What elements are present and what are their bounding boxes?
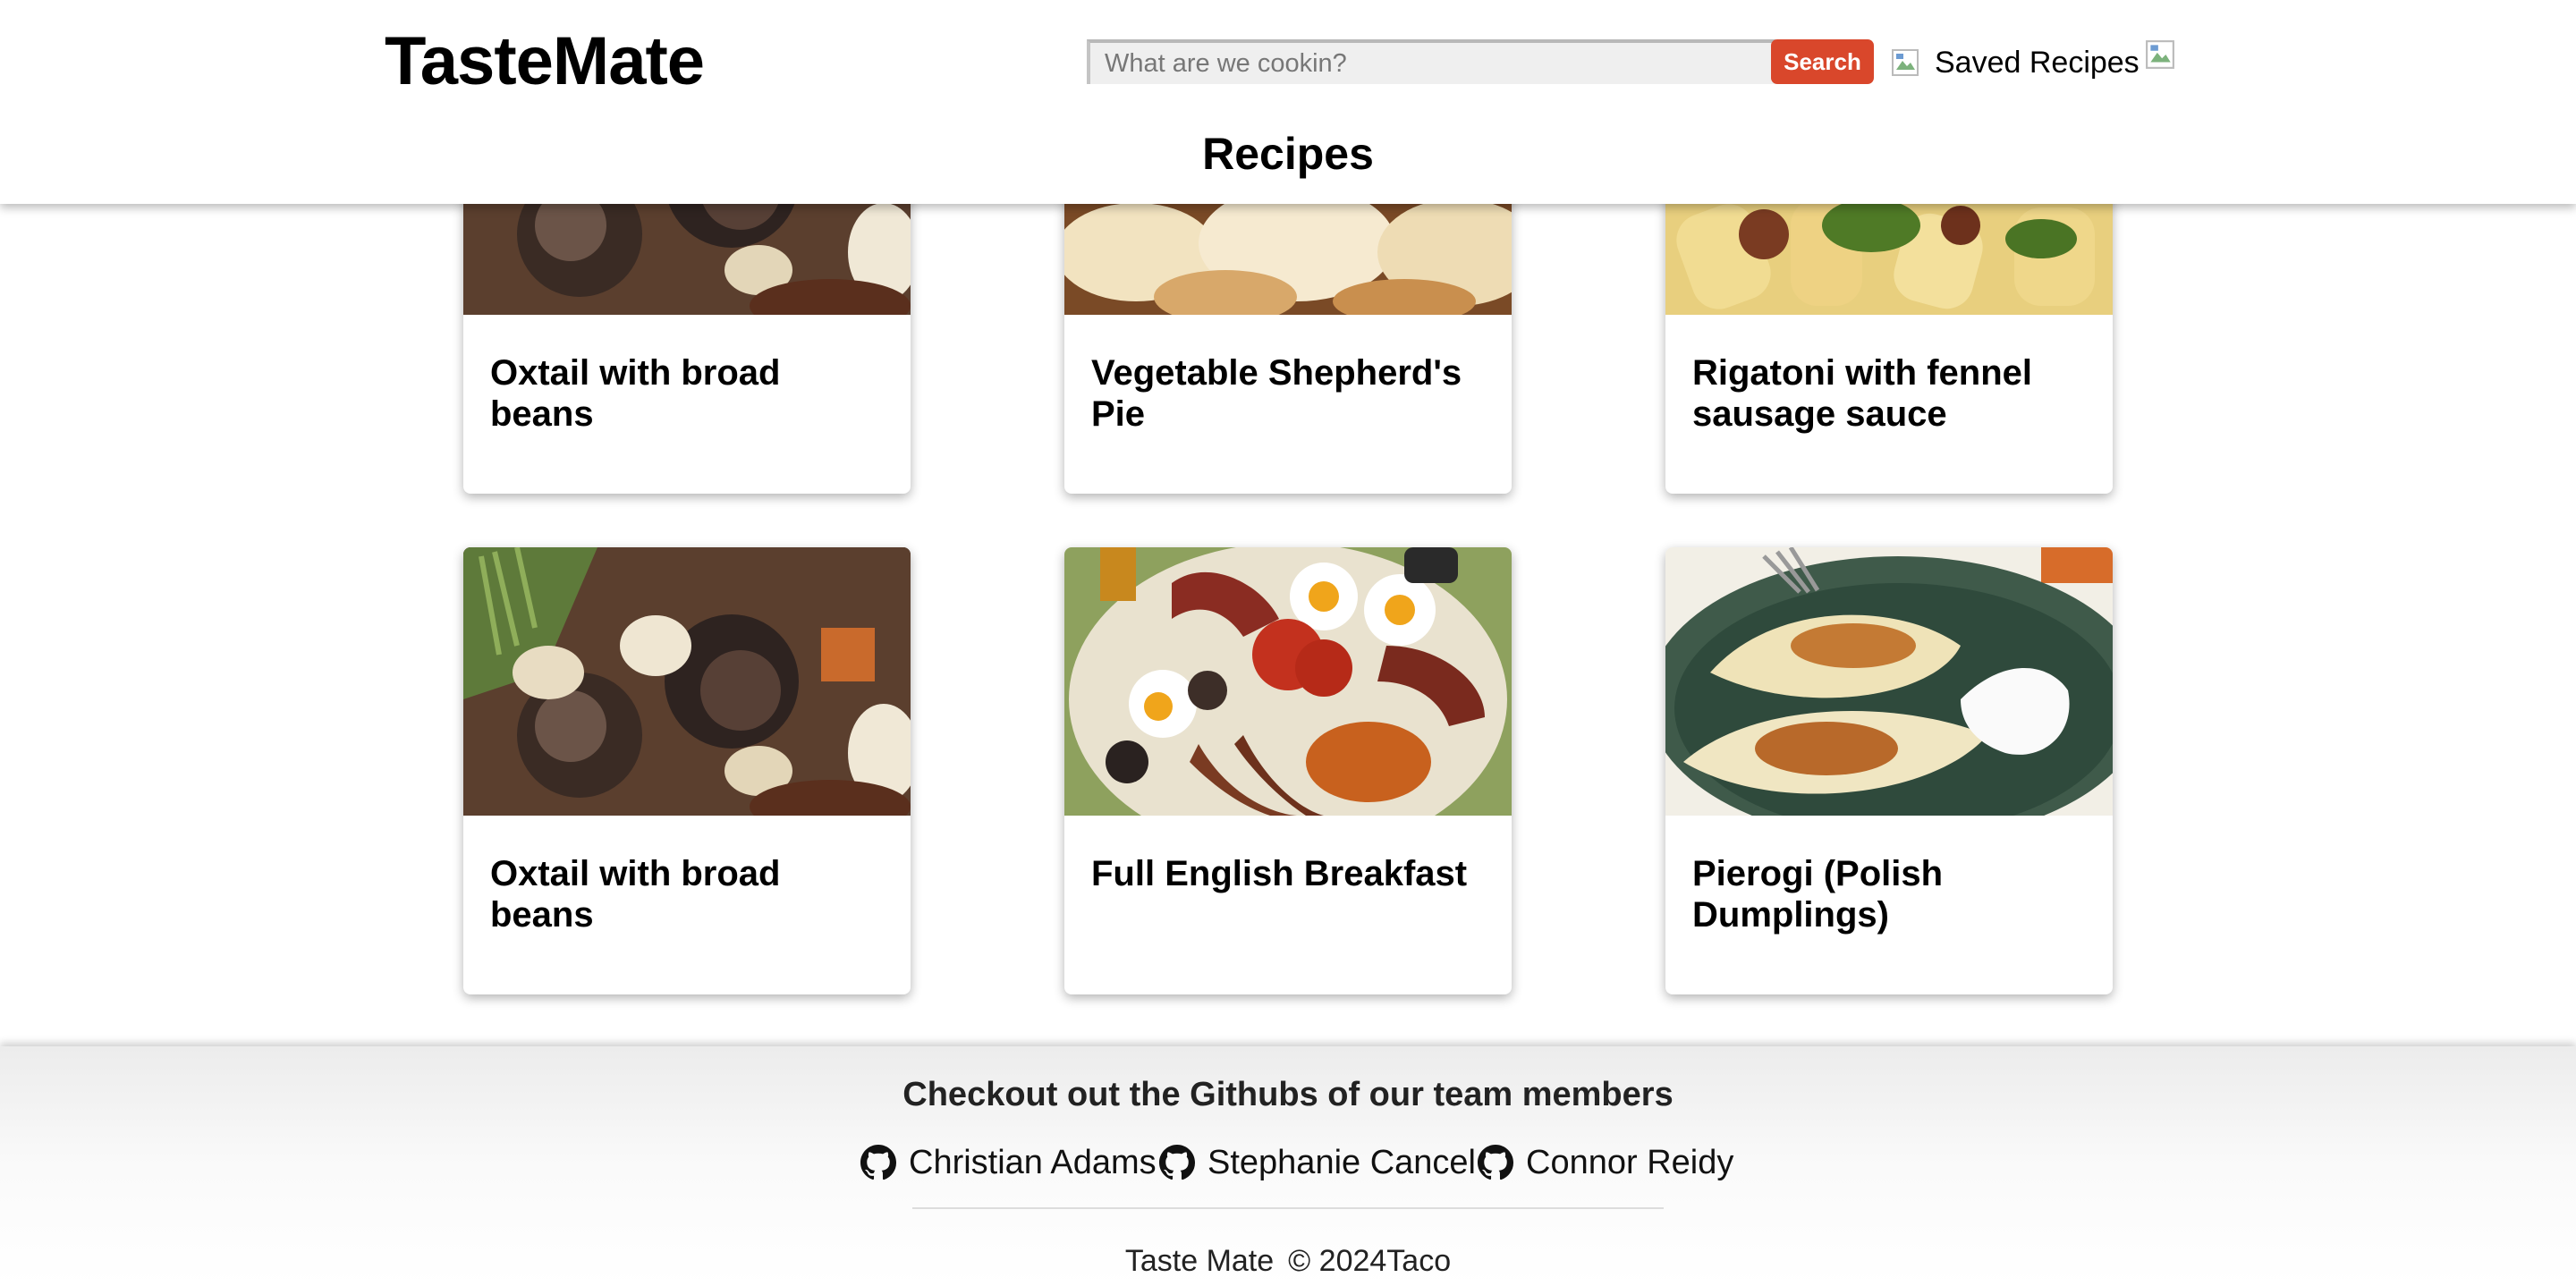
- site-header: TasteMate Search Saved Recipes Recipes: [0, 0, 2576, 204]
- copyright-text: © 2024Taco: [1288, 1244, 1452, 1278]
- recipe-image: [1064, 547, 1512, 816]
- github-member-name: Christian Adams: [909, 1143, 1157, 1181]
- saved-recipes-link[interactable]: Saved Recipes: [1935, 43, 2140, 82]
- site-footer: Checkout out the Githubs of our team mem…: [0, 1046, 2576, 1286]
- github-member-name: Connor Reidy: [1526, 1143, 1734, 1181]
- recipe-title: Rigatoni with fennel sausage sauce: [1692, 353, 2032, 434]
- recipe-card[interactable]: Oxtail with broad beans: [463, 547, 911, 994]
- footer-brand: Taste Mate: [1124, 1244, 1275, 1278]
- search-input[interactable]: [1087, 39, 1775, 84]
- recipe-title: Oxtail with broad beans: [490, 854, 781, 935]
- footer-heading: Checkout out the Githubs of our team mem…: [902, 1076, 1674, 1113]
- search-button[interactable]: Search: [1771, 39, 1874, 84]
- recipe-image: [463, 547, 911, 816]
- recipe-card[interactable]: Full English Breakfast: [1064, 547, 1512, 994]
- github-member-name: Stephanie Cancel: [1208, 1143, 1476, 1181]
- page-title: Recipes: [1202, 129, 1374, 179]
- recipe-card[interactable]: Pierogi (Polish Dumplings): [1665, 547, 2113, 994]
- github-link-christian[interactable]: Christian Adams: [860, 1136, 1157, 1189]
- search-bar: Search: [1087, 39, 1874, 84]
- github-icon: [1478, 1145, 1513, 1180]
- github-link-stephanie[interactable]: Stephanie Cancel: [1159, 1136, 1476, 1189]
- recipe-title: Oxtail with broad beans: [490, 353, 781, 434]
- recipe-title: Pierogi (Polish Dumplings): [1692, 854, 1944, 935]
- recipe-title: Full English Breakfast: [1091, 854, 1468, 893]
- github-link-connor[interactable]: Connor Reidy: [1478, 1136, 1733, 1189]
- recipe-image: [1665, 547, 2113, 816]
- github-icon: [860, 1145, 896, 1180]
- brand-logo[interactable]: TasteMate: [385, 21, 705, 102]
- profile-icon[interactable]: [2145, 39, 2175, 70]
- footer-copyright: Taste Mate © 2024Taco: [0, 1241, 2576, 1281]
- footer-divider: [912, 1207, 1664, 1209]
- github-icon: [1159, 1145, 1195, 1180]
- broken-image-icon: [1892, 49, 1919, 76]
- recipe-title: Vegetable Shepherd's Pie: [1091, 353, 1462, 434]
